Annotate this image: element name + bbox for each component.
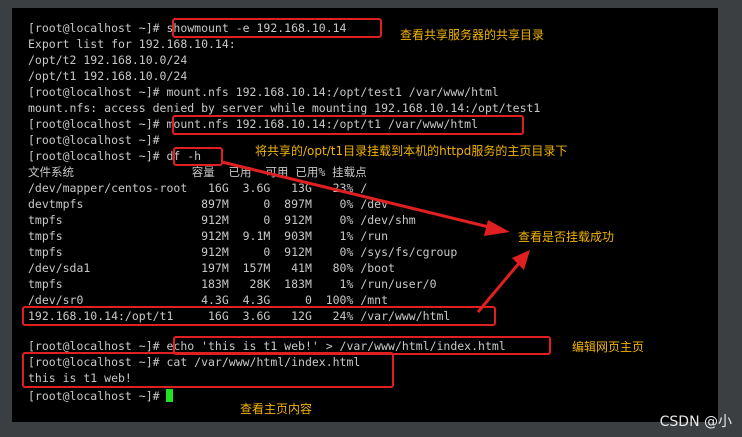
arrow-from-row [476,261,522,313]
note-edit: 编辑网页主页 [572,340,645,354]
note-check: 查看是否挂载成功 [518,230,615,244]
note-view: 查看主页内容 [240,402,313,416]
annotation-arrows [221,160,530,313]
note-mount: 将共享的/opt/t1目录挂载到本机的httpd服务的主页目录下 [255,144,568,158]
note-showmount: 查看共享服务器的共享目录 [400,28,545,42]
watermark: CSDN @小 [659,414,732,430]
arrow-to-check [221,160,494,230]
